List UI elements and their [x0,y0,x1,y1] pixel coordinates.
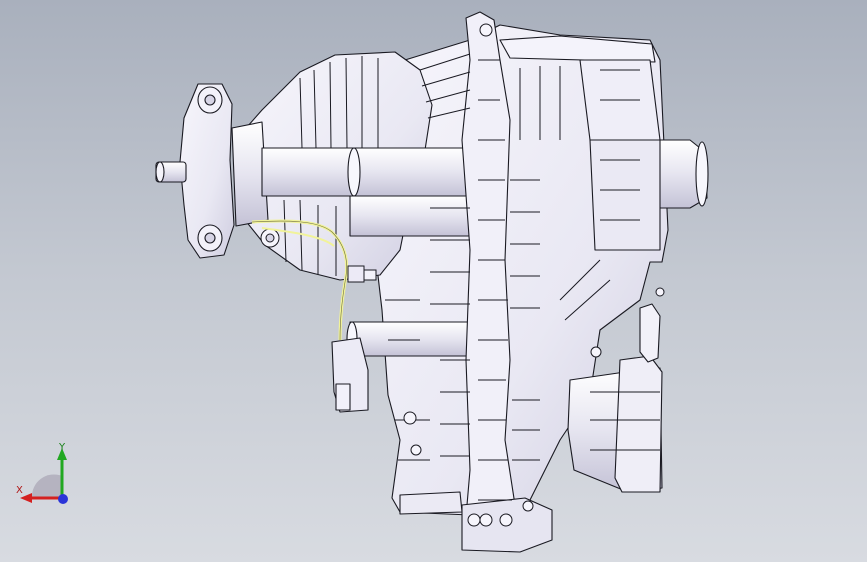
lower-rail [349,321,481,357]
coordinate-triad: X Y [10,438,80,510]
transfer-case-model[interactable] [0,0,867,562]
x-axis-label: X [16,485,23,496]
upper-rail [261,147,479,197]
graphics-viewport[interactable]: X Y [0,0,867,562]
breather-tube [639,303,661,363]
y-axis-label: Y [59,442,66,453]
triad-axes-icon [20,448,68,504]
